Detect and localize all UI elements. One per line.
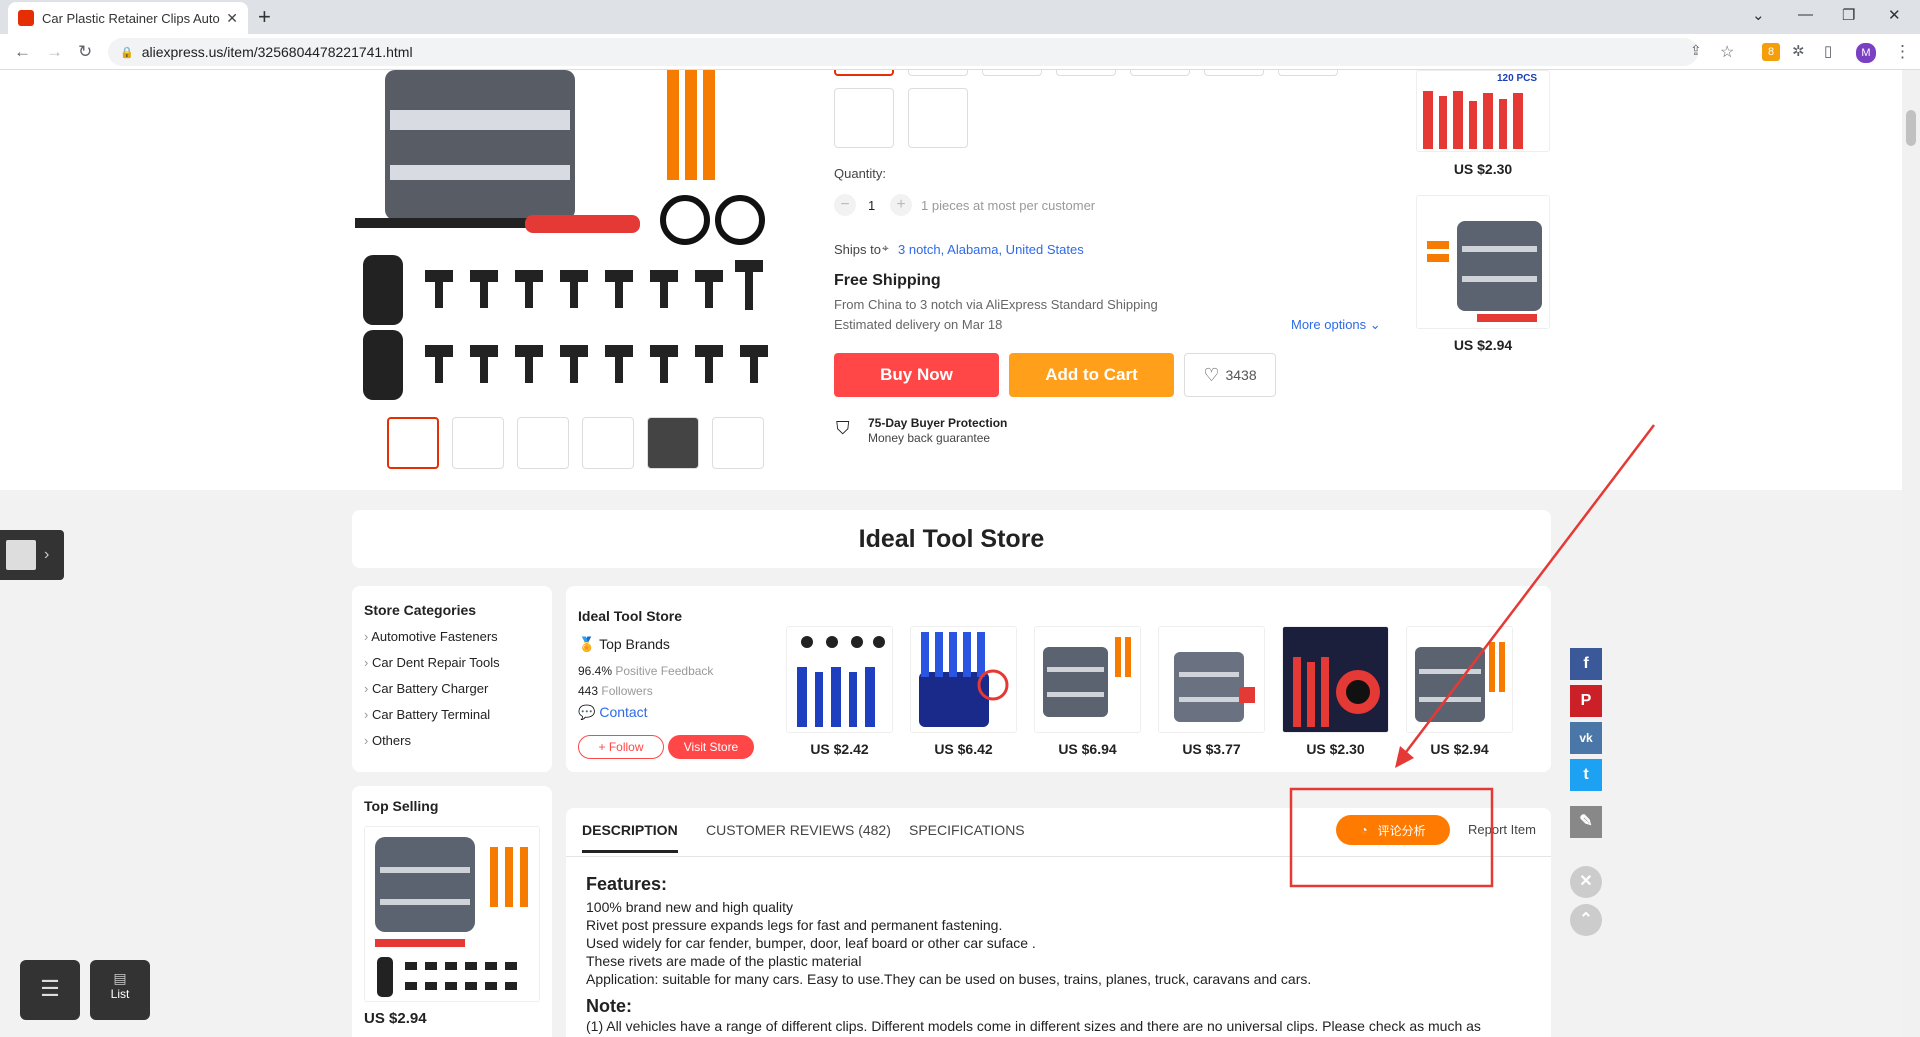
lock-icon: 🔒 — [120, 46, 134, 59]
extension-badge-icon[interactable]: 8 — [1762, 43, 1780, 61]
bookmark-star-icon[interactable]: ☆ — [1720, 42, 1734, 62]
browser-tab[interactable]: Car Plastic Retainer Clips Auto ✕ — [8, 2, 248, 34]
back-icon[interactable]: ← — [14, 42, 31, 62]
restore-icon[interactable]: ❐ — [1842, 6, 1855, 24]
url-field[interactable]: 🔒 aliexpress.us/item/3256804478221741.ht… — [108, 38, 1698, 66]
share-icon[interactable]: ⇪ — [1690, 42, 1702, 59]
profile-avatar[interactable]: M — [1856, 43, 1876, 63]
minimize-icon[interactable]: — — [1798, 6, 1813, 23]
annotation-box — [1289, 787, 1494, 888]
new-tab-icon[interactable]: + — [258, 4, 271, 30]
aliexpress-favicon-icon — [18, 10, 34, 26]
side-panel-icon[interactable]: ▯ — [1824, 42, 1832, 60]
annotation-arrow-line — [1399, 424, 1655, 761]
close-tab-icon[interactable]: ✕ — [226, 10, 238, 27]
extensions-puzzle-icon[interactable]: ✲ — [1792, 42, 1805, 60]
scrollbar-thumb[interactable] — [1906, 110, 1916, 146]
address-bar: ← → ↻ 🔒 aliexpress.us/item/3256804478221… — [0, 34, 1920, 70]
url-text: aliexpress.us/item/3256804478221741.html — [141, 44, 413, 60]
page-content: Quantity: − 1 + 1 pieces at most per cus… — [0, 70, 1902, 1037]
tab-title: Car Plastic Retainer Clips Auto — [42, 10, 220, 26]
browser-tab-bar: Car Plastic Retainer Clips Auto ✕ + ⌄ — … — [0, 0, 1920, 34]
forward-icon[interactable]: → — [46, 42, 63, 62]
chrome-menu-icon[interactable]: ⋮ — [1894, 42, 1911, 62]
reload-icon[interactable]: ↻ — [78, 42, 92, 62]
annotation-overlay — [1289, 424, 1655, 888]
tab-search-icon[interactable]: ⌄ — [1752, 6, 1765, 24]
close-window-icon[interactable]: ✕ — [1888, 6, 1901, 24]
page-scrollbar[interactable] — [1902, 70, 1920, 1037]
annotation-arrowhead — [1395, 746, 1414, 768]
